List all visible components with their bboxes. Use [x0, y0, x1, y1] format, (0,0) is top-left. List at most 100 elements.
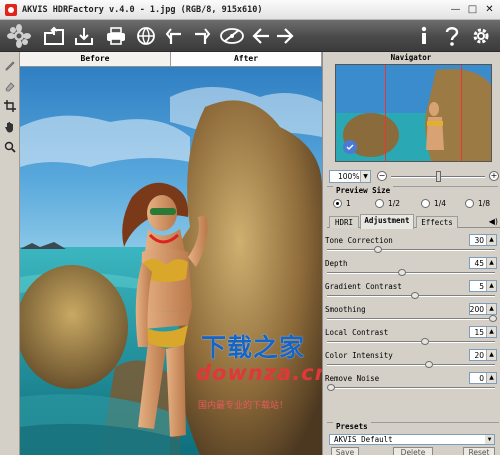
zoom-slider-thumb[interactable] [436, 171, 441, 182]
close-button[interactable]: ✕ [482, 3, 497, 16]
redo-icon[interactable] [190, 24, 212, 48]
settings-icon[interactable] [470, 24, 492, 48]
param-slider-thumb[interactable] [374, 246, 382, 253]
spin-arrows-icon[interactable]: ▲ [486, 373, 496, 383]
param-slider-thumb[interactable] [421, 338, 429, 345]
spin-arrows-icon[interactable]: ▲ [486, 350, 496, 360]
param-slider-thumb[interactable] [489, 315, 497, 322]
radio-icon[interactable] [465, 199, 474, 208]
toolbar [0, 20, 500, 52]
zoom-select[interactable]: 100% ▼ [329, 170, 371, 183]
hand-icon[interactable] [2, 119, 18, 135]
zoom-in-button[interactable]: + [489, 171, 499, 181]
param-slider-track[interactable] [327, 318, 495, 320]
param-slider-thumb[interactable] [398, 269, 406, 276]
param-slider-track[interactable] [327, 272, 495, 274]
param-label: Tone Correction [325, 236, 393, 245]
color-intensity-field[interactable]: 20 ▲ [469, 349, 497, 361]
param-value: 5 [479, 282, 484, 291]
back-icon[interactable] [250, 24, 272, 48]
info-icon[interactable] [414, 24, 434, 48]
brush-icon[interactable] [2, 57, 18, 73]
param-slider-track[interactable] [327, 249, 495, 251]
depth-field[interactable]: 45 ▲ [469, 257, 497, 269]
preview-size-option-2[interactable]: 1/2 [375, 199, 400, 208]
remove-noise-field[interactable]: 0 ▲ [469, 372, 497, 384]
param-slider-thumb[interactable] [425, 361, 433, 368]
param-value: 20 [474, 351, 484, 360]
param-value: 0 [479, 374, 484, 383]
tab-hdri[interactable]: HDRI [329, 216, 359, 228]
param-label: Gradient Contrast [325, 282, 402, 291]
zoom-out-button[interactable]: − [377, 171, 387, 181]
preview-size-label: 1 [346, 199, 351, 208]
local-contrast-field[interactable]: 15 ▲ [469, 326, 497, 338]
param-color-intensity: Color Intensity 20 ▲ [325, 349, 499, 371]
param-slider-thumb[interactable] [411, 292, 419, 299]
param-local-contrast: Local Contrast 15 ▲ [325, 326, 499, 348]
settings-panel: Navigator 100% ▼ − + Preview Size 1 1/2 … [322, 52, 500, 455]
tab-effects[interactable]: Effects [416, 216, 458, 228]
minimize-button[interactable]: — [448, 3, 463, 16]
param-value: 45 [474, 259, 484, 268]
print-icon[interactable] [104, 24, 128, 48]
chevron-down-icon[interactable]: ▼ [485, 435, 494, 444]
preview-size-label: 1/2 [388, 199, 401, 208]
param-slider-track[interactable] [327, 364, 495, 366]
param-remove-noise: Remove Noise 0 ▲ [325, 372, 499, 394]
param-tone-correction: Tone Correction 30 ▲ [325, 234, 499, 256]
open-icon[interactable] [42, 24, 66, 48]
maximize-button[interactable]: □ [465, 3, 480, 16]
param-value: 15 [474, 328, 484, 337]
spin-arrows-icon[interactable]: ▲ [486, 235, 496, 245]
preset-selected: AKVIS Default [334, 435, 393, 444]
undo-icon[interactable] [164, 24, 186, 48]
smoothing-field[interactable]: 200 ▲ [469, 303, 497, 315]
preview-size-option-1[interactable]: 1 [333, 199, 351, 208]
tab-after[interactable]: After [171, 52, 322, 66]
preview-size-option-4[interactable]: 1/8 [465, 199, 490, 208]
speaker-icon[interactable]: ◀) [489, 217, 498, 226]
preset-select[interactable]: AKVIS Default ▼ [329, 434, 495, 445]
spin-arrows-icon[interactable]: ▲ [486, 281, 496, 291]
preview-size-option-3[interactable]: 1/4 [421, 199, 446, 208]
tab-before[interactable]: Before [20, 52, 171, 66]
help-icon[interactable] [442, 24, 462, 48]
chevron-down-icon[interactable]: ▼ [360, 171, 370, 182]
forward-icon[interactable] [274, 24, 296, 48]
zoom-control: 100% ▼ − + [327, 170, 499, 184]
param-slider-track[interactable] [327, 341, 495, 343]
navigator-title: Navigator [390, 53, 432, 62]
zoom-icon[interactable] [2, 139, 18, 155]
preview-size-label: 1/8 [478, 199, 491, 208]
run-icon[interactable] [218, 24, 246, 48]
image-canvas[interactable] [20, 67, 322, 455]
spin-arrows-icon[interactable]: ▲ [486, 327, 496, 337]
photo-image [20, 67, 322, 455]
gradient-contrast-field[interactable]: 5 ▲ [469, 280, 497, 292]
tab-adjustment[interactable]: Adjustment [360, 214, 414, 229]
parameters-list: Tone Correction 30 ▲ Depth 45 ▲ Gradient… [323, 230, 500, 430]
save-preset-button[interactable]: Save [331, 447, 359, 455]
radio-icon[interactable] [333, 199, 342, 208]
logo-icon[interactable] [4, 24, 34, 48]
eraser-icon[interactable] [2, 78, 18, 94]
web-icon[interactable] [134, 24, 158, 48]
spin-arrows-icon[interactable]: ▲ [486, 258, 496, 268]
param-gradient-contrast: Gradient Contrast 5 ▲ [325, 280, 499, 302]
param-label: Color Intensity [325, 351, 393, 360]
crop-icon[interactable] [2, 98, 18, 114]
spin-arrows-icon[interactable]: ▲ [486, 304, 496, 314]
param-value: 30 [474, 236, 484, 245]
navigator-thumbnail[interactable] [335, 64, 492, 162]
param-slider-track[interactable] [327, 387, 495, 389]
reset-preset-button[interactable]: Reset [463, 447, 495, 455]
radio-icon[interactable] [375, 199, 384, 208]
radio-icon[interactable] [421, 199, 430, 208]
param-slider-thumb[interactable] [327, 384, 335, 391]
title-bar: AKVIS HDRFactory v.4.0 - 1.jpg (RGB/8, 9… [0, 0, 500, 20]
tone-correction-field[interactable]: 30 ▲ [469, 234, 497, 246]
save-icon[interactable] [72, 24, 96, 48]
param-label: Depth [325, 259, 348, 268]
delete-preset-button[interactable]: Delete [393, 447, 433, 455]
